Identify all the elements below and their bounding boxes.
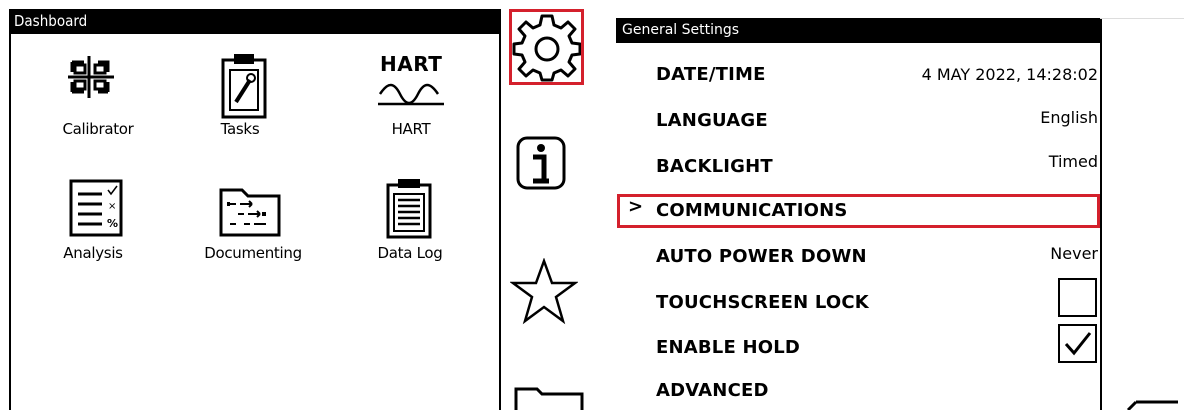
setting-language-value[interactable]: English [1040, 108, 1098, 127]
wrench-clipboard-icon[interactable] [220, 50, 268, 120]
setting-date-time-value[interactable]: 4 MAY 2022, 14:28:02 [922, 65, 1098, 84]
settings-right-border [1100, 43, 1102, 410]
setting-backlight-label[interactable]: BACKLIGHT [656, 156, 773, 177]
svg-text:%: % [107, 217, 118, 230]
divider [1100, 18, 1184, 19]
dashboard-title: Dashboard [11, 9, 499, 34]
setting-auto-power-down-label[interactable]: AUTO POWER DOWN [656, 246, 867, 267]
app-label-hart[interactable]: HART [351, 120, 471, 138]
general-settings-title: General Settings [616, 18, 1102, 43]
folder-flow-icon[interactable] [218, 180, 282, 238]
setting-language-label[interactable]: LANGUAGE [656, 110, 768, 131]
hart-icon-text[interactable]: HART [380, 52, 442, 76]
setting-touchscreen-lock-label[interactable]: TOUCHSCREEN LOCK [656, 292, 869, 313]
enable-hold-checkbox[interactable] [1058, 324, 1097, 363]
app-label-tasks[interactable]: Tasks [180, 120, 300, 138]
crosshair-icon[interactable] [66, 52, 116, 102]
chevron-right-icon: > [628, 196, 644, 217]
checkmark-icon [1064, 332, 1092, 356]
setting-auto-power-down-value[interactable]: Never [1050, 244, 1098, 263]
app-label-calibrator[interactable]: Calibrator [38, 120, 158, 138]
clipboard-list-icon[interactable] [384, 176, 434, 240]
setting-backlight-value[interactable]: Timed [1049, 152, 1098, 171]
setting-date-time-label[interactable]: DATE/TIME [656, 64, 766, 85]
cursor-fragment-icon [1126, 400, 1178, 410]
setting-enable-hold-label[interactable]: ENABLE HOLD [656, 337, 800, 358]
app-label-data-log[interactable]: Data Log [350, 244, 470, 262]
checklist-icon[interactable]: × % [68, 178, 124, 238]
folder-icon[interactable] [513, 385, 585, 410]
star-icon[interactable] [510, 258, 578, 326]
hart-wave-icon[interactable] [378, 80, 444, 108]
touchscreen-lock-checkbox[interactable] [1058, 278, 1097, 317]
setting-advanced-label[interactable]: ADVANCED [656, 380, 769, 401]
setting-communications-label[interactable]: COMMUNICATIONS [656, 200, 848, 221]
svg-text:×: × [108, 201, 116, 212]
app-label-documenting[interactable]: Documenting [193, 244, 313, 262]
gear-selection-highlight [509, 9, 584, 85]
app-label-analysis[interactable]: Analysis [33, 244, 153, 262]
info-icon[interactable] [515, 135, 567, 191]
